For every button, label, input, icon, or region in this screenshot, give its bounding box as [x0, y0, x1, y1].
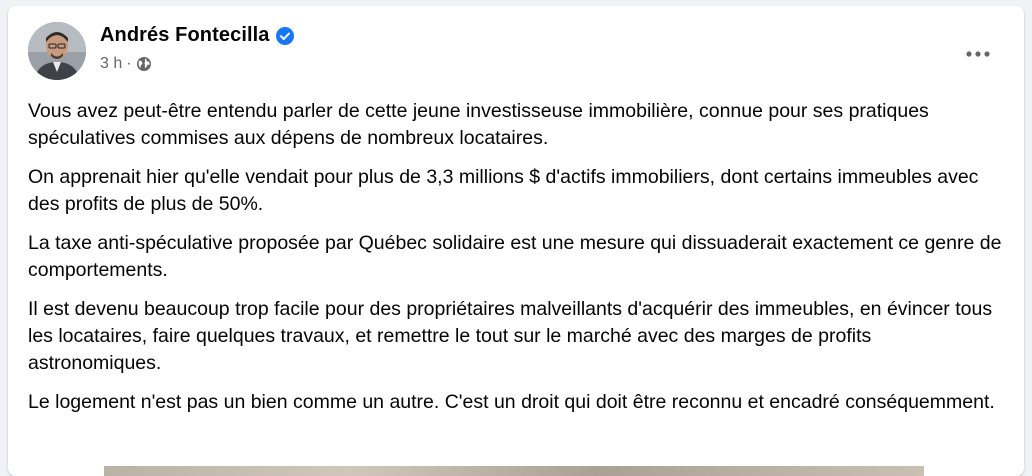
post-body: Vous avez peut-être entendu parler de ce…: [28, 98, 1003, 428]
post-paragraph: Il est devenu beaucoup trop facile pour …: [28, 298, 993, 374]
author-line: Andrés Fontecilla: [100, 24, 294, 47]
post-card: Andrés Fontecilla 3 h · Vous avez peut-ê…: [8, 6, 1024, 476]
globe-icon[interactable]: [136, 56, 152, 72]
post-paragraph: On apprenait hier qu'elle vendait pour p…: [28, 166, 979, 215]
post-paragraph: Vous avez peut-être entendu parler de ce…: [28, 100, 929, 149]
post-timestamp[interactable]: 3 h: [100, 55, 122, 73]
more-options-button[interactable]: [960, 36, 996, 72]
avatar[interactable]: [28, 22, 86, 80]
post-header: Andrés Fontecilla 3 h ·: [28, 20, 1004, 80]
post-paragraph: La taxe anti-spéculative proposée par Qu…: [28, 232, 1002, 281]
post-paragraph: Le logement n'est pas un bien comme un a…: [28, 391, 995, 413]
post-image[interactable]: [104, 466, 924, 476]
verified-badge-icon: [275, 26, 294, 45]
more-options-icon: [964, 45, 992, 63]
post-meta: 3 h ·: [100, 55, 152, 73]
author-name[interactable]: Andrés Fontecilla: [100, 24, 270, 47]
meta-separator: ·: [126, 55, 132, 72]
